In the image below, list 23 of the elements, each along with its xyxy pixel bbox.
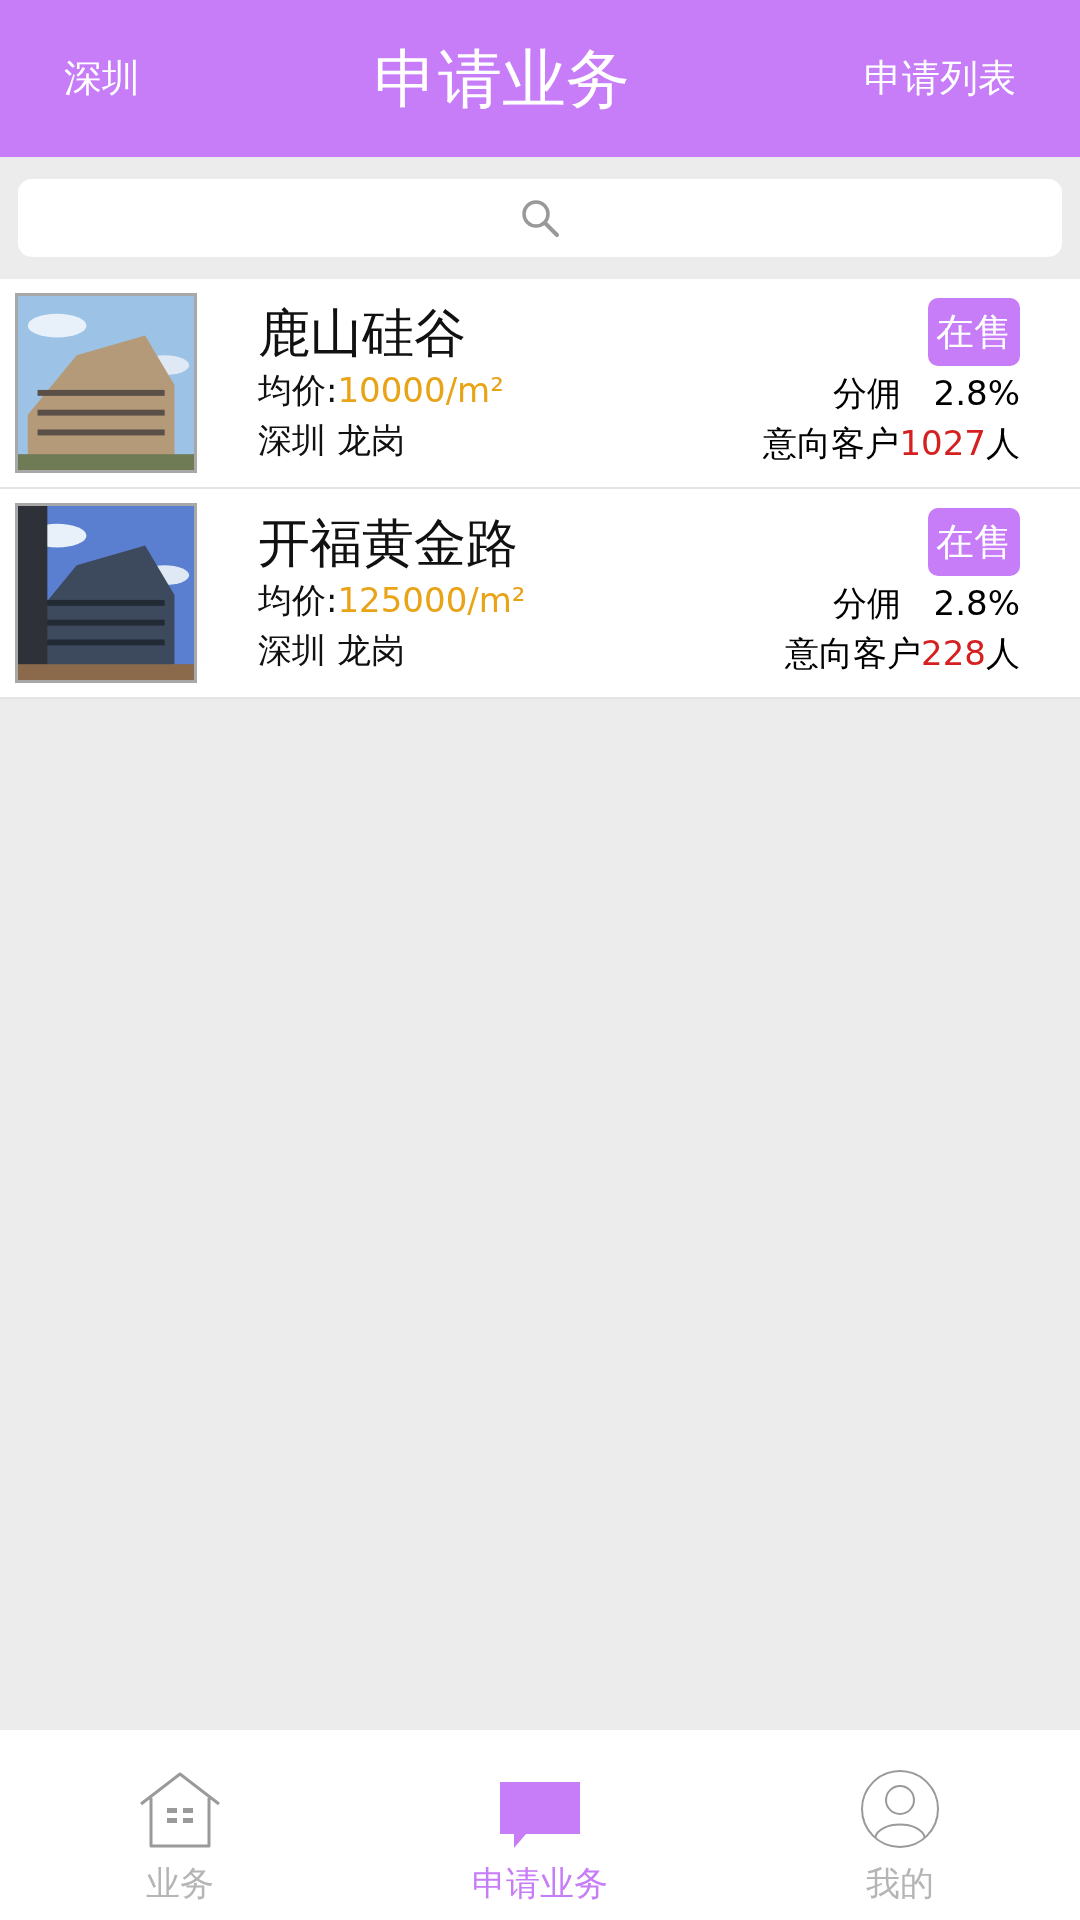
average-price: 均价:10000/m² [258, 369, 505, 412]
city-selector[interactable]: 深圳 [64, 50, 140, 107]
application-list-link[interactable]: 申请列表 [864, 50, 1016, 107]
search-icon [520, 198, 560, 238]
tab-button[interactable]: 申请业务 [360, 1730, 720, 1920]
status-badge: 在售 [928, 508, 1020, 576]
listing-location: 深圳 龙岗 [258, 419, 406, 462]
listing-name: 开福黄金路 [258, 512, 519, 575]
page-title: 申请业务 [374, 40, 630, 118]
interested-clients: 意向客户1027人 [763, 422, 1020, 465]
commission-rate: 分佣 2.8% [833, 582, 1020, 625]
tab-button[interactable]: 我的 [720, 1730, 1080, 1920]
user-icon [859, 1768, 941, 1850]
interested-clients: 意向客户228人 [785, 632, 1020, 675]
commission-rate: 分佣 2.8% [833, 372, 1020, 415]
search-field[interactable] [18, 179, 1062, 257]
status-badge: 在售 [928, 298, 1020, 366]
tab-button[interactable]: 业务 [0, 1730, 360, 1920]
average-price: 均价:125000/m² [258, 579, 527, 622]
listing-row[interactable]: 鹿山硅谷 均价:10000/m² 深圳 龙岗 在售 分佣 2.8% 意向客户1027人 [0, 279, 1080, 489]
listing-row[interactable]: 开福黄金路 均价:125000/m² 深圳 龙岗 在售 分佣 2.8% 意向客户228人 [0, 489, 1080, 699]
listing-location: 深圳 龙岗 [258, 629, 406, 672]
listing-name: 鹿山硅谷 [258, 302, 467, 365]
